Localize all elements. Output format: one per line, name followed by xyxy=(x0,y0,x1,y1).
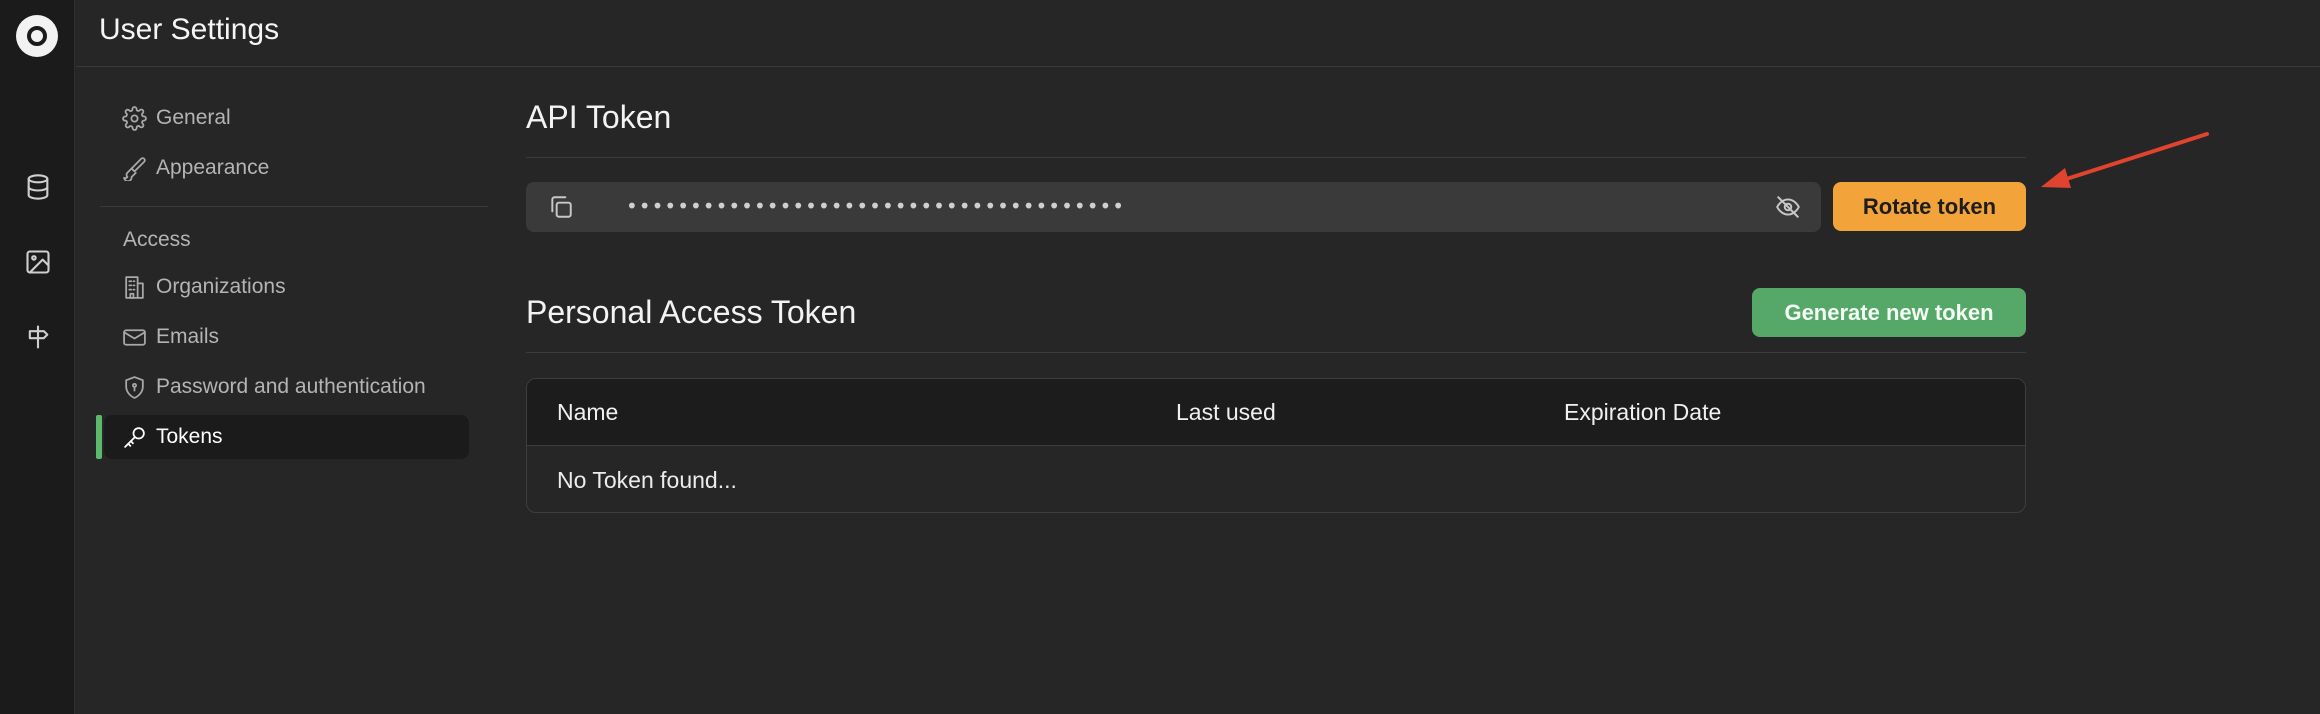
rotate-token-button[interactable]: Rotate token xyxy=(1833,182,2026,231)
nav-item-appearance[interactable]: Appearance xyxy=(104,146,469,190)
column-header-expiration-date[interactable]: Expiration Date xyxy=(1564,399,1721,426)
brush-icon xyxy=(123,156,146,181)
nav-item-tokens[interactable]: Tokens xyxy=(96,415,469,459)
page-title: User Settings xyxy=(99,13,280,46)
empty-state-text: No Token found... xyxy=(557,467,737,493)
column-header-last-used[interactable]: Last used xyxy=(1176,399,1276,426)
database-icon[interactable] xyxy=(24,173,52,201)
page-header: User Settings xyxy=(76,0,2320,67)
nav-item-emails[interactable]: Emails xyxy=(104,315,469,359)
nav-item-label: Password and authentication xyxy=(156,375,426,398)
mail-icon xyxy=(123,328,146,346)
table-header: Name Last used Expiration Date xyxy=(527,379,2025,446)
nav-item-password[interactable]: Password and authentication xyxy=(104,365,469,409)
section-divider xyxy=(526,352,2026,353)
table-row: No Token found... xyxy=(527,446,2025,512)
nav-item-organizations[interactable]: Organizations xyxy=(104,265,469,309)
api-token-value[interactable]: ••••••••••••••••••••••••••••••••••••••• xyxy=(626,194,1125,218)
gear-icon xyxy=(122,105,147,131)
column-header-name[interactable]: Name xyxy=(557,399,618,426)
nav-section-label: Access xyxy=(123,228,191,251)
building-icon xyxy=(125,275,144,299)
personal-access-token-title: Personal Access Token xyxy=(526,294,857,330)
key-icon xyxy=(124,426,145,448)
image-icon[interactable] xyxy=(24,248,52,276)
nav-item-label: Organizations xyxy=(156,275,286,298)
section-divider xyxy=(526,157,2026,158)
copy-icon[interactable] xyxy=(548,194,574,220)
nav-item-label: Appearance xyxy=(156,156,270,179)
icon-rail xyxy=(0,0,75,714)
nav-divider xyxy=(100,206,488,207)
signpost-icon[interactable] xyxy=(24,323,52,351)
generate-new-token-button[interactable]: Generate new token xyxy=(1752,288,2026,337)
nav-item-label: Emails xyxy=(156,325,220,348)
eye-off-icon[interactable] xyxy=(1775,194,1801,220)
annotation-arrow-icon xyxy=(2041,132,2209,188)
shield-icon xyxy=(125,375,144,399)
nav-item-label: General xyxy=(156,106,231,129)
api-token-title: API Token xyxy=(526,99,672,135)
api-token-field: ••••••••••••••••••••••••••••••••••••••• xyxy=(526,182,1821,232)
nav-item-label: Tokens xyxy=(156,425,223,448)
tokens-table: Name Last used Expiration Date No Token … xyxy=(526,378,2026,513)
app-logo[interactable] xyxy=(16,15,58,57)
nav-item-general[interactable]: General xyxy=(104,96,469,140)
